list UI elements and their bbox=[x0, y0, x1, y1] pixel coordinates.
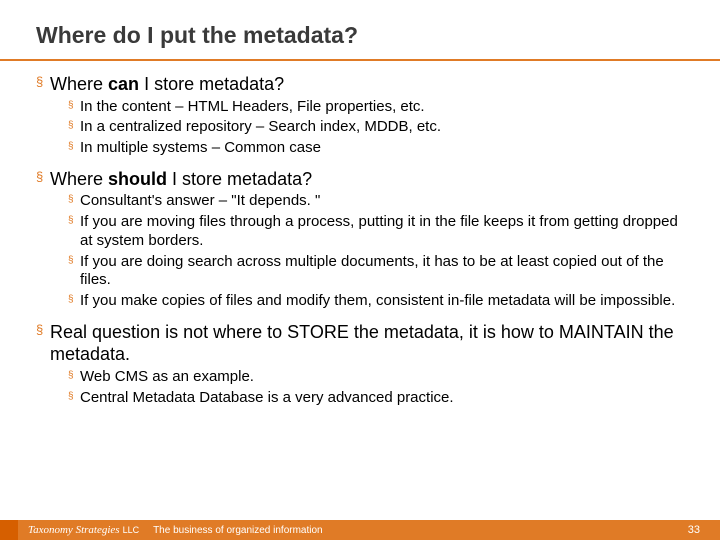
footer-llc: LLC bbox=[123, 525, 140, 535]
sub-item: Consultant's answer – "It depends. " bbox=[68, 192, 690, 211]
bullet-2-bold: should bbox=[108, 169, 167, 189]
bullet-1-tail: I store metadata? bbox=[139, 74, 284, 94]
sub-item: Web CMS as an example. bbox=[68, 368, 690, 387]
bullet-1-sublist: In the content – HTML Headers, File prop… bbox=[50, 98, 690, 158]
page-number: 33 bbox=[688, 524, 700, 536]
footer-accent-block bbox=[0, 520, 18, 540]
bullet-list: Where can I store metadata? In the conte… bbox=[36, 73, 690, 407]
sub-item: If you are moving files through a proces… bbox=[68, 213, 690, 251]
sub-item: In multiple systems – Common case bbox=[68, 139, 690, 158]
slide: Where do I put the metadata? Where can I… bbox=[0, 0, 720, 540]
bullet-2-lead: Where bbox=[50, 169, 108, 189]
sub-item: Central Metadata Database is a very adva… bbox=[68, 389, 690, 408]
content-area: Where can I store metadata? In the conte… bbox=[0, 73, 720, 407]
footer-tagline: The business of organized information bbox=[153, 525, 323, 536]
footer-company: Taxonomy Strategies bbox=[28, 524, 120, 536]
footer-left: Taxonomy Strategies LLC The business of … bbox=[0, 524, 323, 536]
sub-item: If you are doing search across multiple … bbox=[68, 253, 690, 291]
bullet-3-sublist: Web CMS as an example. Central Metadata … bbox=[50, 368, 690, 408]
bullet-2-tail: I store metadata? bbox=[167, 169, 312, 189]
bullet-1-bold: can bbox=[108, 74, 139, 94]
bullet-2-sublist: Consultant's answer – "It depends. " If … bbox=[50, 192, 690, 311]
bullet-2: Where should I store metadata? Consultan… bbox=[36, 168, 690, 311]
footer-bar: Taxonomy Strategies LLC The business of … bbox=[0, 520, 720, 540]
bullet-1-lead: Where bbox=[50, 74, 108, 94]
sub-item: If you make copies of files and modify t… bbox=[68, 292, 690, 311]
slide-title: Where do I put the metadata? bbox=[0, 0, 720, 59]
title-rule bbox=[0, 59, 720, 61]
bullet-3: Real question is not where to STORE the … bbox=[36, 321, 690, 408]
sub-item: In a centralized repository – Search ind… bbox=[68, 118, 690, 137]
sub-item: In the content – HTML Headers, File prop… bbox=[68, 98, 690, 117]
bullet-1: Where can I store metadata? In the conte… bbox=[36, 73, 690, 158]
bullet-3-text: Real question is not where to STORE the … bbox=[50, 322, 674, 365]
